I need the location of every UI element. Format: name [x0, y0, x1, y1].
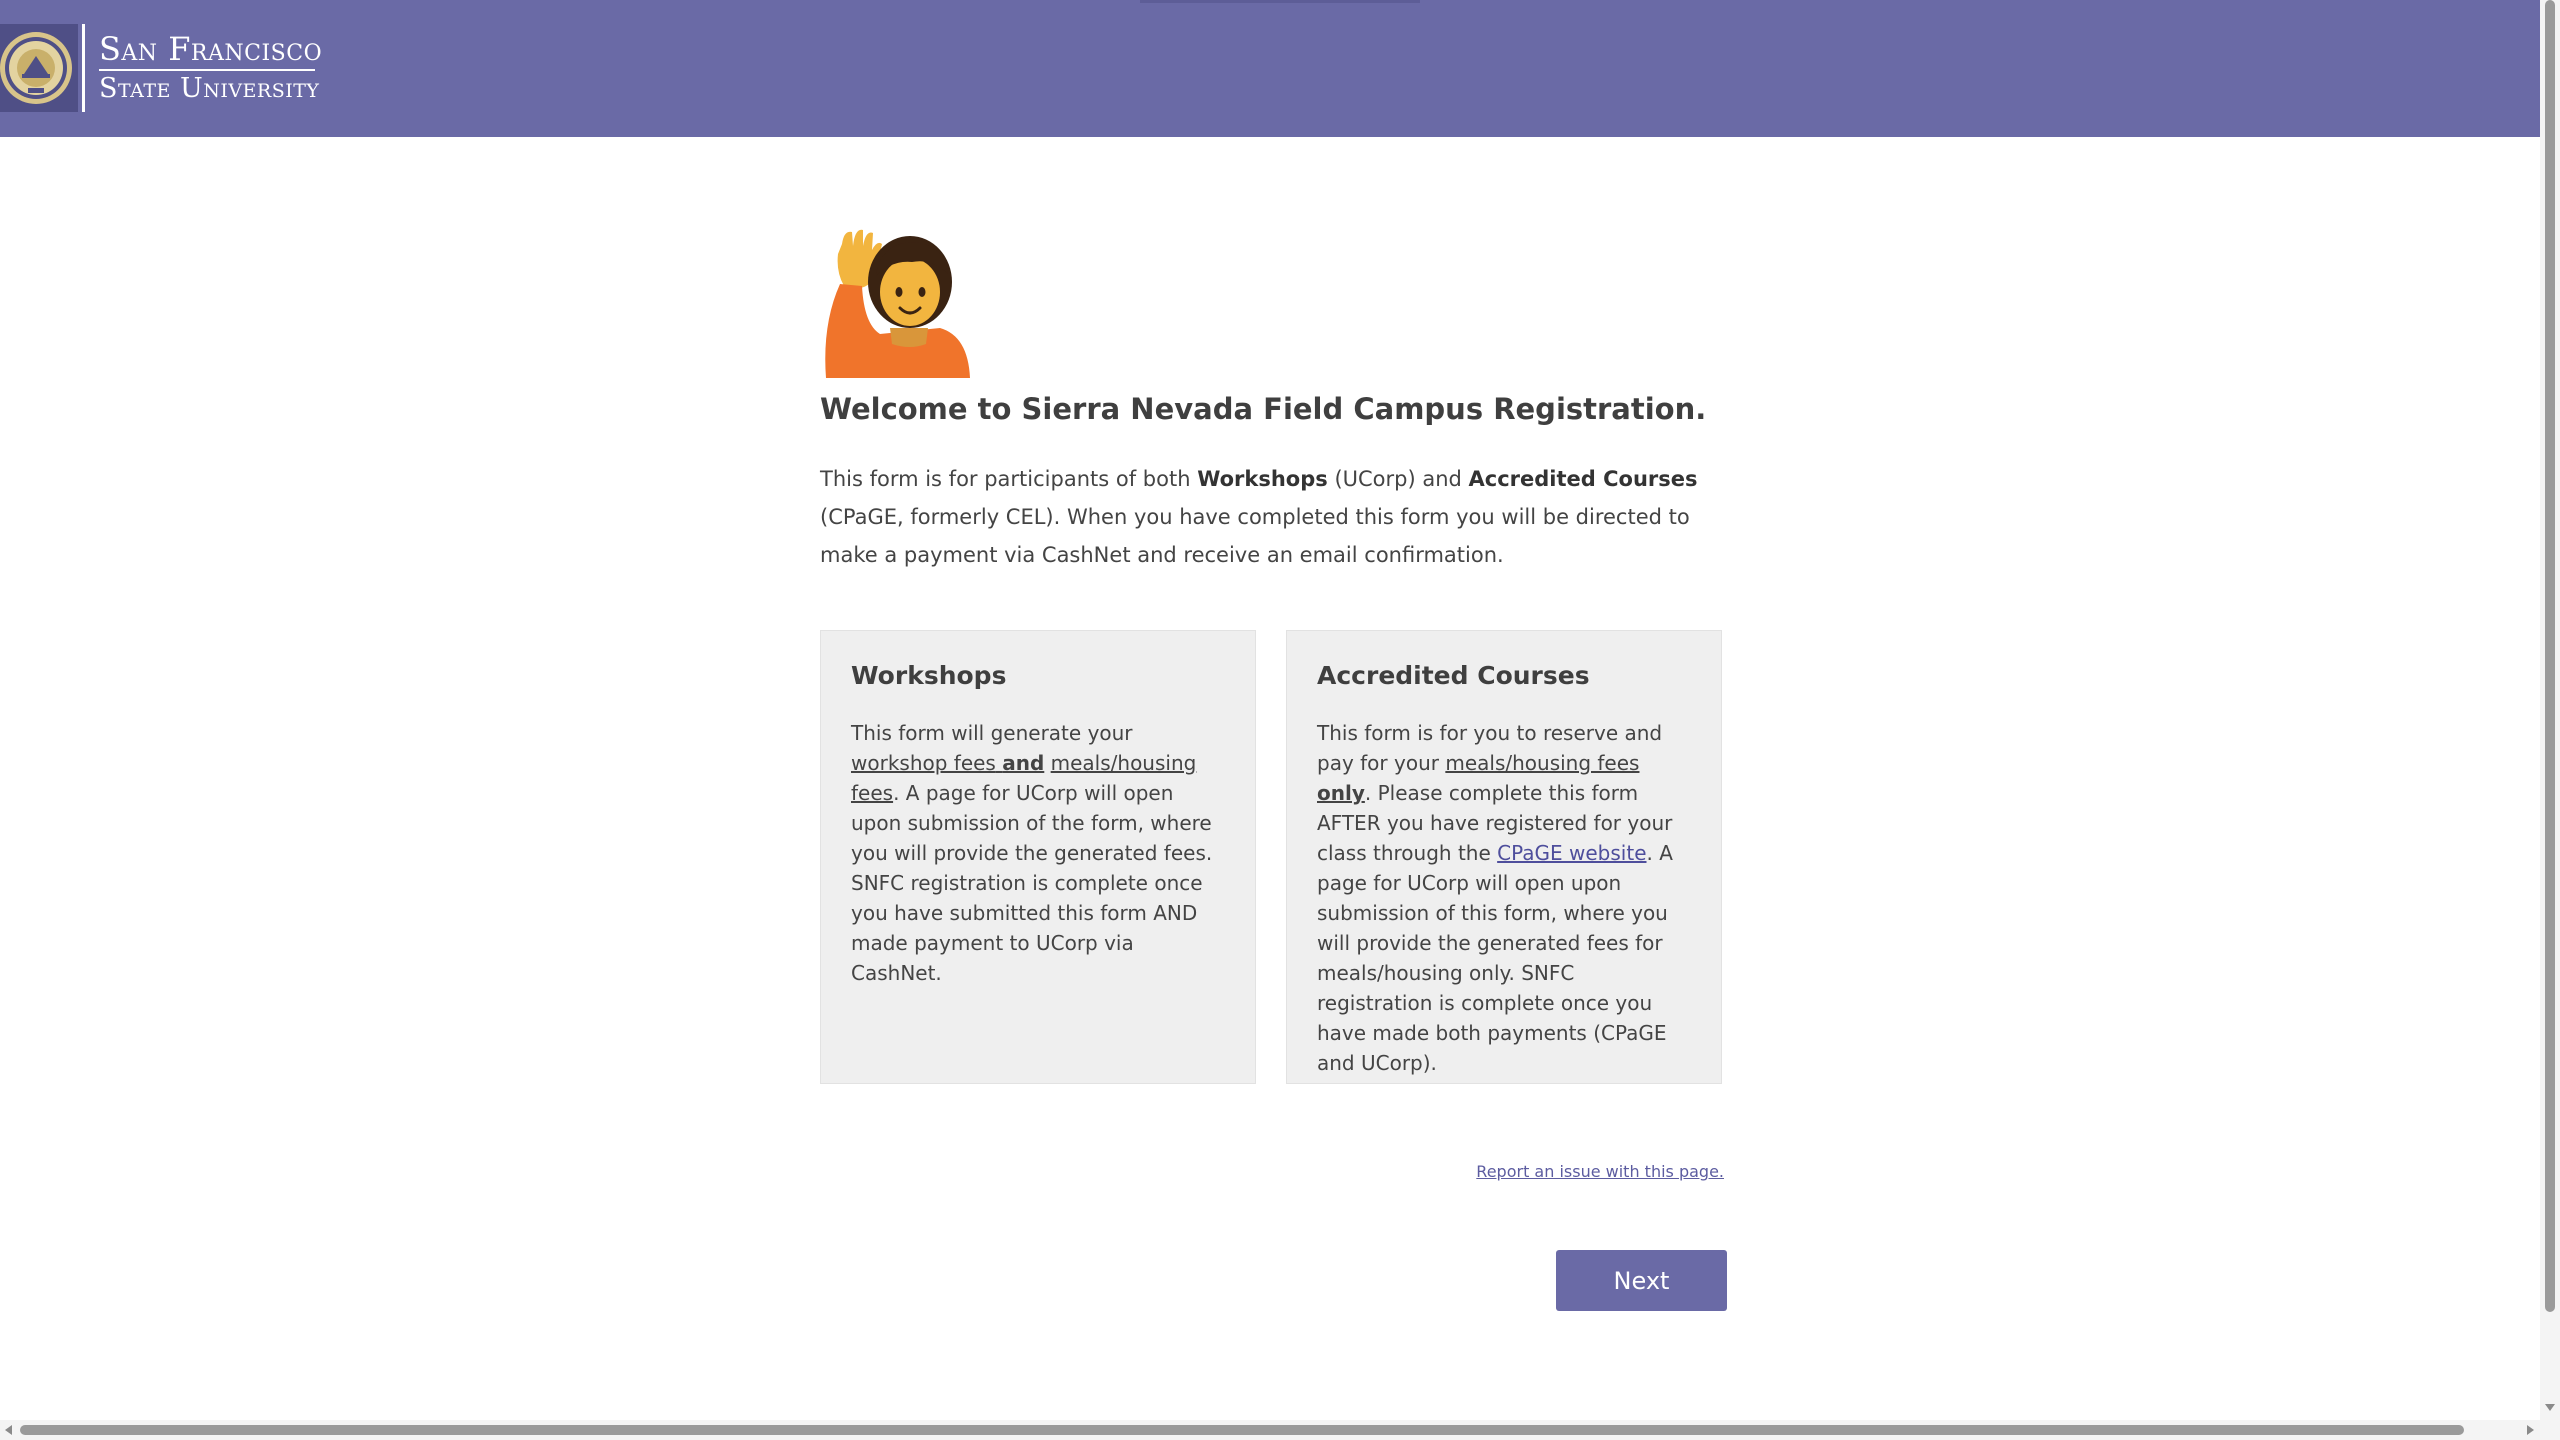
report-issue-link[interactable]: Report an issue with this page. — [1476, 1162, 1724, 1181]
vertical-scrollbar-thumb[interactable] — [2545, 0, 2555, 1312]
scroll-left-arrow-icon[interactable] — [5, 1425, 12, 1435]
page-title: Welcome to Sierra Nevada Field Campus Re… — [820, 392, 1707, 426]
accredited-card-text: This form is for you to reserve and pay … — [1317, 721, 1673, 1075]
header-tab-indicator — [1140, 0, 1420, 3]
workshops-card: Workshops This form will generate your w… — [820, 630, 1256, 1084]
scroll-right-arrow-icon[interactable] — [2527, 1425, 2534, 1435]
horizontal-scrollbar-thumb[interactable] — [20, 1425, 2464, 1435]
cpage-website-link[interactable]: CPaGE website — [1497, 841, 1646, 865]
logo-line-2: State University — [99, 73, 320, 105]
person-raising-hand-icon — [820, 224, 972, 378]
university-seal-icon — [0, 24, 78, 112]
registration-type-cards: Workshops This form will generate your w… — [820, 630, 1724, 1084]
sfsu-logo[interactable]: San Francisco State University — [0, 24, 322, 112]
next-button[interactable]: Next — [1556, 1250, 1727, 1311]
main-content: Welcome to Sierra Nevada Field Campus Re… — [820, 224, 1727, 1311]
logo-wordmark: San Francisco State University — [99, 29, 323, 105]
scroll-down-arrow-icon[interactable] — [2545, 1404, 2555, 1411]
accredited-courses-card: Accredited Courses This form is for you … — [1286, 630, 1722, 1084]
logo-line-1: San Francisco — [99, 29, 323, 68]
logo-rule — [99, 69, 315, 72]
site-header: San Francisco State University — [0, 0, 2540, 137]
accredited-card-title: Accredited Courses — [1317, 661, 1590, 690]
workshops-card-text: This form will generate your workshop fe… — [851, 721, 1213, 985]
workshops-card-title: Workshops — [851, 661, 1007, 690]
horizontal-scrollbar[interactable] — [0, 1420, 2540, 1440]
logo-divider — [82, 24, 85, 112]
intro-paragraph: This form is for participants of both Wo… — [820, 467, 1698, 567]
vertical-scrollbar[interactable] — [2540, 0, 2560, 1440]
